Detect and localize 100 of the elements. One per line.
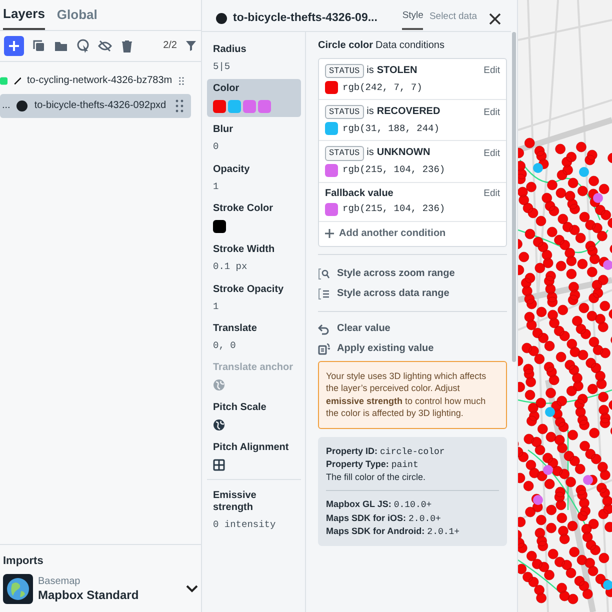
field-tag: STATUS	[325, 146, 364, 161]
globe-icon	[213, 419, 225, 432]
circle-icon	[16, 100, 28, 112]
property-description: The fill color of the circle.	[326, 471, 427, 484]
property-label: Pitch Scale	[213, 402, 268, 414]
sdk-version: Maps SDK for Android: 2.0.1+	[326, 524, 461, 538]
zoom-range-icon	[318, 268, 330, 280]
edit-link[interactable]: Edit	[484, 65, 500, 77]
property-label: Pitch Alignment	[213, 442, 290, 454]
property-item[interactable]: Blur 0	[207, 120, 301, 157]
scrollbar-thumb[interactable]	[512, 32, 516, 362]
property-item[interactable]: Opacity 1	[207, 160, 301, 196]
property-label: Blur	[213, 124, 234, 136]
color-value: rgb(31, 188, 244)	[342, 123, 440, 135]
section-title: Circle color	[318, 40, 374, 52]
line-icon	[14, 74, 22, 87]
fallback-label: Fallback value	[325, 188, 394, 200]
property-item[interactable]: Stroke Opacity 1	[207, 280, 301, 316]
property-item[interactable]: Color	[207, 79, 301, 118]
layer-name: to-bicycle-thefts-4326-092pxd	[34, 100, 168, 112]
imports-heading: Imports	[3, 554, 44, 568]
circle-icon	[216, 13, 227, 24]
property-value: 0.1 px	[213, 261, 248, 273]
property-label: Color	[213, 83, 240, 96]
basemap-label: Basemap	[38, 576, 82, 588]
warning-message: Your style uses 3D lighting which affects the layer’s perceived color. Adjust emissive strength to control how much the color is affected by 3D lighting.	[318, 360, 507, 429]
copy-icon[interactable]	[32, 38, 46, 53]
condition-value: RECOVERED	[376, 106, 440, 118]
grid-icon	[213, 459, 225, 472]
property-label: Stroke Opacity	[213, 284, 285, 296]
property-label: Translate	[213, 322, 258, 335]
layer-row[interactable]: ... to-bicycle-thefts-4326-092pxd	[0, 94, 191, 118]
action-button[interactable]: Apply existing value	[318, 338, 434, 359]
add-condition-button[interactable]: Add another condition	[319, 222, 452, 246]
undo-icon	[318, 322, 330, 335]
edit-link[interactable]: Edit	[484, 188, 500, 200]
list-icon	[318, 288, 330, 300]
property-value: 1	[213, 300, 220, 312]
edit-link[interactable]: Edit	[484, 148, 500, 160]
basemap-name: Mapbox Standard	[38, 588, 140, 602]
close-icon	[489, 12, 501, 24]
action-button[interactable]: Clear value	[318, 318, 390, 339]
property-label: Stroke Color	[213, 203, 274, 216]
layer-swatch-icon	[0, 74, 8, 87]
property-value: 0 intensity	[213, 519, 277, 531]
color-value: rgb(242, 7, 7)	[342, 82, 422, 94]
property-item[interactable]: Stroke Color	[207, 199, 301, 238]
action-button[interactable]: Style across zoom range	[318, 264, 455, 284]
section-subtitle: Data conditions	[376, 40, 444, 52]
property-label: Opacity	[213, 164, 251, 176]
edit-link[interactable]: Edit	[484, 106, 500, 118]
globe-icon	[3, 574, 33, 604]
layer-count: 2/2	[163, 40, 177, 52]
sdk-version: Mapbox GL JS: 0.10.0+	[326, 498, 433, 512]
color-value: rgb(215, 104, 236)	[342, 203, 446, 215]
add-button[interactable]	[4, 36, 24, 56]
eye-off-icon[interactable]	[98, 38, 112, 53]
condition-operator: is	[366, 147, 374, 160]
layer-title: to-bicycle-thefts-4326-09...	[233, 12, 378, 26]
layer-row[interactable]: to-cycling-network-4326-bz783m	[0, 68, 191, 93]
layer-name: to-cycling-network-4326-bz783m	[27, 74, 172, 87]
condition-operator: is	[366, 65, 374, 78]
property-value: 0	[213, 141, 220, 153]
cursor-icon[interactable]	[76, 38, 90, 53]
property-value: 1	[213, 180, 220, 192]
globe-icon	[213, 379, 225, 392]
drag-handle-icon[interactable]	[174, 98, 185, 113]
filter-icon[interactable]	[185, 39, 197, 52]
property-value: 0, 0	[213, 340, 237, 352]
field-tag: STATUS	[325, 64, 364, 78]
property-item[interactable]: Radius 5|5	[207, 40, 301, 76]
condition-value: STOLEN	[376, 65, 418, 78]
property-item[interactable]: Stroke Width 0.1 px	[207, 240, 301, 277]
property-detail: Property Type: paint	[326, 458, 420, 472]
property-detail: Property ID: circle-color	[326, 444, 446, 458]
property-item[interactable]: Translate 0, 0	[207, 318, 301, 356]
plus-icon	[8, 40, 20, 52]
property-label: Stroke Width	[213, 244, 276, 256]
property-item[interactable]: Pitch Alignment	[207, 438, 301, 476]
trash-icon[interactable]	[120, 38, 134, 53]
condition-operator: is	[366, 106, 374, 118]
property-label: Translate anchor	[213, 362, 294, 374]
property-item[interactable]: Emissive strength 0 intensity	[207, 486, 301, 535]
panel-tab[interactable]: Layers	[3, 4, 45, 30]
field-tag: STATUS	[325, 105, 364, 120]
clipboard-icon	[318, 342, 330, 355]
editor-tab[interactable]: Style	[402, 7, 424, 30]
action-button[interactable]: Style across data range	[318, 284, 450, 304]
sdk-version: Maps SDK for iOS: 2.0.0+	[326, 512, 442, 525]
condition-value: UNKNOWN	[376, 147, 430, 160]
property-item[interactable]: Pitch Scale	[207, 398, 301, 436]
plus-icon	[325, 229, 334, 238]
color-value: rgb(215, 104, 236)	[342, 164, 446, 176]
close-button[interactable]	[489, 12, 501, 24]
property-label: Radius	[213, 44, 248, 56]
panel-tab[interactable]: Global	[56, 4, 98, 30]
chevron-down-icon[interactable]	[186, 585, 198, 593]
property-label: Emissive strength	[213, 490, 258, 514]
property-value: 5|5	[213, 61, 232, 72]
more-text: ...	[1, 100, 10, 112]
